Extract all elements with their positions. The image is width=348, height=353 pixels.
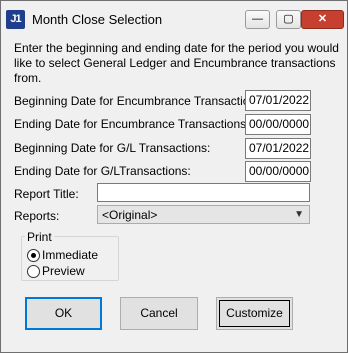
begin-gl-label: Beginning Date for G/L Transactions: xyxy=(14,141,211,155)
app-logo-icon: J1 xyxy=(6,10,25,29)
end-gl-label: Ending Date for G/LTransactions: xyxy=(14,164,191,178)
immediate-radio-label[interactable]: Immediate xyxy=(42,248,98,262)
window-title: Month Close Selection xyxy=(32,12,163,27)
report-title-label: Report Title: xyxy=(14,187,79,201)
title-bar[interactable]: J1 Month Close Selection — ▢ ✕ xyxy=(1,1,347,38)
instructions-text: Enter the beginning and ending date for … xyxy=(14,41,339,85)
reports-selected-value: <Original> xyxy=(102,208,158,222)
minimize-button[interactable]: — xyxy=(245,10,270,29)
end-gl-date-field[interactable]: 00/00/0000 xyxy=(245,161,311,182)
begin-gl-date-field[interactable]: 07/01/2022 xyxy=(245,138,311,159)
ok-button[interactable]: OK xyxy=(25,297,102,330)
preview-radio-label[interactable]: Preview xyxy=(42,264,85,278)
preview-radio[interactable] xyxy=(27,265,40,278)
cancel-button[interactable]: Cancel xyxy=(120,297,198,330)
close-button[interactable]: ✕ xyxy=(301,10,344,29)
immediate-radio[interactable] xyxy=(27,249,40,262)
print-group-label: Print xyxy=(25,230,54,244)
maximize-button[interactable]: ▢ xyxy=(276,10,301,29)
begin-encumbrance-label: Beginning Date for Encumbrance Transacti… xyxy=(14,94,266,108)
end-encumbrance-label: Ending Date for Encumbrance Transactions… xyxy=(14,117,250,131)
reports-label: Reports: xyxy=(14,209,60,223)
end-encumbrance-date-field[interactable]: 00/00/0000 xyxy=(245,114,311,135)
begin-encumbrance-date-field[interactable]: 07/01/2022 xyxy=(245,90,311,111)
month-close-dialog: J1 Month Close Selection — ▢ ✕ Enter the… xyxy=(0,0,348,353)
customize-button[interactable]: Customize xyxy=(216,297,293,330)
report-title-input[interactable] xyxy=(97,183,310,202)
reports-dropdown[interactable]: <Original> ▼ xyxy=(97,205,310,224)
chevron-down-icon: ▼ xyxy=(294,209,304,220)
